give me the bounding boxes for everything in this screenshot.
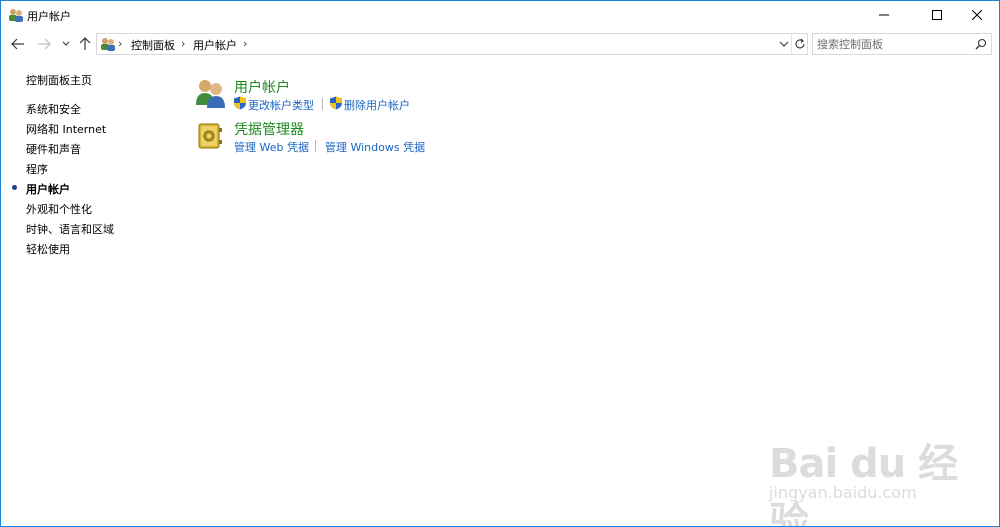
refresh-button[interactable]	[791, 34, 808, 54]
watermark-url: jingyan.baidu.com	[769, 483, 917, 502]
sidebar-item-network-internet[interactable]: 网络和 Internet	[26, 121, 106, 137]
sidebar-item-programs[interactable]: 程序	[26, 161, 48, 177]
link-separator	[322, 98, 323, 110]
search-box[interactable]	[812, 33, 992, 55]
manage-windows-credentials-link[interactable]: 管理 Windows 凭据	[325, 139, 425, 155]
minimize-icon	[879, 14, 889, 16]
link-separator	[315, 140, 316, 152]
left-navigation-pane: 控制面板主页 系统和安全 网络和 Internet 硬件和声音 程序 用户帐户 …	[1, 59, 181, 519]
category-title-user-accounts[interactable]: 用户帐户	[234, 77, 290, 97]
refresh-icon	[795, 38, 805, 49]
current-item-bullet	[12, 185, 17, 190]
close-button[interactable]	[954, 1, 999, 29]
recent-locations-button[interactable]	[60, 34, 72, 54]
minimize-button[interactable]	[861, 1, 907, 29]
search-input[interactable]	[817, 36, 965, 52]
address-bar[interactable]: › 控制面板 › 用户帐户 ›	[96, 33, 808, 55]
forward-arrow-icon	[38, 38, 51, 50]
control-panel-home-link[interactable]: 控制面板主页	[26, 72, 92, 88]
uac-shield-icon	[329, 96, 343, 110]
up-button[interactable]	[76, 34, 94, 54]
credential-vault-icon[interactable]	[195, 119, 227, 151]
sidebar-item-clock-language-region[interactable]: 时钟、语言和区域	[26, 221, 114, 237]
sidebar-item-user-accounts[interactable]: 用户帐户	[26, 181, 70, 197]
title-bar[interactable]: 用户帐户	[1, 1, 999, 29]
search-icon[interactable]	[973, 36, 989, 52]
up-arrow-icon	[79, 37, 91, 50]
users-icon[interactable]	[195, 77, 227, 109]
close-icon	[972, 10, 982, 20]
breadcrumb-user-accounts[interactable]: 用户帐户	[193, 37, 237, 53]
control-panel-window: 用户帐户 › 控制面板 › 用户帐户 › 搜索控制面板 控制面板主页 系统和安全…	[0, 0, 1000, 527]
chevron-right-icon[interactable]: ›	[243, 37, 247, 50]
manage-web-credentials-link[interactable]: 管理 Web 凭据	[234, 139, 309, 155]
uac-shield-icon	[233, 96, 247, 110]
remove-user-accounts-link[interactable]: 删除用户帐户	[344, 97, 410, 113]
window-title: 用户帐户	[27, 10, 71, 23]
users-icon	[100, 36, 116, 52]
chevron-right-icon[interactable]: ›	[181, 37, 185, 50]
back-arrow-icon	[11, 38, 24, 50]
chevron-down-icon	[779, 41, 789, 47]
sidebar-item-system-security[interactable]: 系统和安全	[26, 101, 81, 117]
category-title-credential-manager[interactable]: 凭据管理器	[234, 119, 304, 139]
chevron-down-icon	[62, 41, 70, 46]
baidu-watermark: Bai du 经验 jingyan.baidu.com	[761, 421, 991, 526]
change-account-type-link[interactable]: 更改帐户类型	[248, 97, 314, 113]
breadcrumb-control-panel[interactable]: 控制面板	[131, 37, 175, 53]
address-dropdown-button[interactable]	[777, 35, 791, 53]
users-icon	[8, 7, 24, 23]
navigation-bar: › 控制面板 › 用户帐户 ›	[1, 29, 999, 59]
chevron-right-icon[interactable]: ›	[118, 37, 122, 50]
sidebar-item-appearance-personalization[interactable]: 外观和个性化	[26, 201, 92, 217]
sidebar-item-ease-of-access[interactable]: 轻松使用	[26, 241, 70, 257]
watermark-brand: Bai du 经验	[769, 441, 958, 527]
forward-button[interactable]	[35, 34, 53, 54]
back-button[interactable]	[9, 34, 27, 54]
sidebar-item-hardware-sound[interactable]: 硬件和声音	[26, 141, 81, 157]
maximize-icon	[932, 10, 942, 20]
